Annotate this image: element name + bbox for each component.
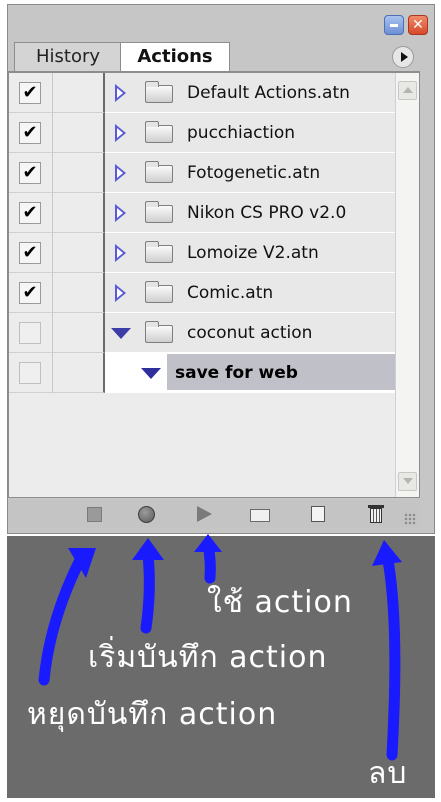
- action-set-row[interactable]: ✔ Nikon CS PRO v2.0: [9, 193, 395, 233]
- toggle-item-checkbox[interactable]: ✔: [19, 82, 41, 104]
- toggle-item-checkbox[interactable]: ✔: [19, 162, 41, 184]
- toggle-item-checkbox[interactable]: ✔: [19, 122, 41, 144]
- collapse-triangle-icon[interactable]: [141, 368, 161, 379]
- vertical-scrollbar[interactable]: [395, 73, 419, 497]
- action-set-name: Comic.atn: [187, 283, 274, 303]
- expand-triangle-icon[interactable]: [115, 164, 126, 182]
- action-set-name: coconut action: [187, 323, 313, 343]
- close-icon[interactable]: ✕: [408, 15, 428, 35]
- expand-triangle-icon[interactable]: [115, 204, 126, 222]
- folder-icon: [145, 241, 173, 263]
- actions-toolbar: [8, 500, 420, 528]
- folder-icon: [145, 201, 173, 223]
- start-record-label: เริ่มบันทึก action: [88, 640, 328, 675]
- use-action-label: ใช้ action: [207, 585, 353, 620]
- trash-icon[interactable]: [366, 504, 386, 524]
- tab-history[interactable]: History: [14, 42, 122, 72]
- folder-icon: [145, 121, 173, 143]
- folder-icon: [145, 321, 173, 343]
- toggle-item-checkbox[interactable]: ✔: [19, 282, 41, 304]
- action-set-name: Nikon CS PRO v2.0: [187, 203, 347, 223]
- actions-list-content: ✔ Default Actions.atn ✔ pucchiaction ✔ F…: [9, 73, 395, 497]
- action-set-name: pucchiaction: [187, 123, 296, 143]
- toggle-item-checkbox[interactable]: ✔: [19, 202, 41, 224]
- collapse-triangle-icon[interactable]: [111, 328, 131, 339]
- scroll-down-icon[interactable]: [398, 472, 417, 491]
- action-row-selected[interactable]: save for web: [9, 353, 395, 393]
- list-empty-area: [9, 393, 395, 497]
- expand-triangle-icon[interactable]: [115, 244, 126, 262]
- folder-icon: [145, 281, 173, 303]
- toggle-item-checkbox[interactable]: ✔: [19, 242, 41, 264]
- expand-triangle-icon[interactable]: [115, 84, 126, 102]
- resize-grip-icon[interactable]: [404, 513, 416, 525]
- action-set-row[interactable]: ✔ pucchiaction: [9, 113, 395, 153]
- action-set-row[interactable]: ✔ Comic.atn: [9, 273, 395, 313]
- toggle-item-checkbox[interactable]: [19, 362, 41, 384]
- folder-icon: [145, 161, 173, 183]
- toggle-item-checkbox[interactable]: [19, 322, 41, 344]
- new-action-icon[interactable]: [308, 504, 328, 524]
- expand-triangle-icon[interactable]: [115, 124, 126, 142]
- actions-list: ✔ Default Actions.atn ✔ pucchiaction ✔ F…: [8, 72, 420, 498]
- action-set-name: Fotogenetic.atn: [187, 163, 321, 183]
- record-icon[interactable]: [136, 504, 156, 524]
- action-set-row[interactable]: ✔ Lomoize V2.atn: [9, 233, 395, 273]
- tab-actions[interactable]: Actions: [120, 42, 230, 72]
- folder-icon: [145, 81, 173, 103]
- action-set-name: Lomoize V2.atn: [187, 243, 319, 263]
- delete-label: ลบ: [368, 756, 408, 791]
- action-set-row[interactable]: coconut action: [9, 313, 395, 353]
- palette-menu-icon[interactable]: [392, 46, 414, 68]
- palette-titlebar: ✕: [8, 5, 434, 41]
- palette-tabs: History Actions: [8, 38, 420, 72]
- action-set-name: Default Actions.atn: [187, 83, 350, 103]
- stop-record-label: หยุดบันทึก action: [27, 697, 278, 732]
- action-set-row[interactable]: ✔ Fotogenetic.atn: [9, 153, 395, 193]
- play-icon[interactable]: [194, 504, 214, 524]
- expand-triangle-icon[interactable]: [115, 284, 126, 302]
- action-name: save for web: [175, 363, 298, 383]
- action-set-row[interactable]: ✔ Default Actions.atn: [9, 73, 395, 113]
- minimize-icon[interactable]: [384, 15, 404, 35]
- scroll-up-icon[interactable]: [398, 81, 417, 100]
- stop-recording-icon[interactable]: [84, 504, 104, 524]
- new-set-folder-icon[interactable]: [250, 504, 270, 524]
